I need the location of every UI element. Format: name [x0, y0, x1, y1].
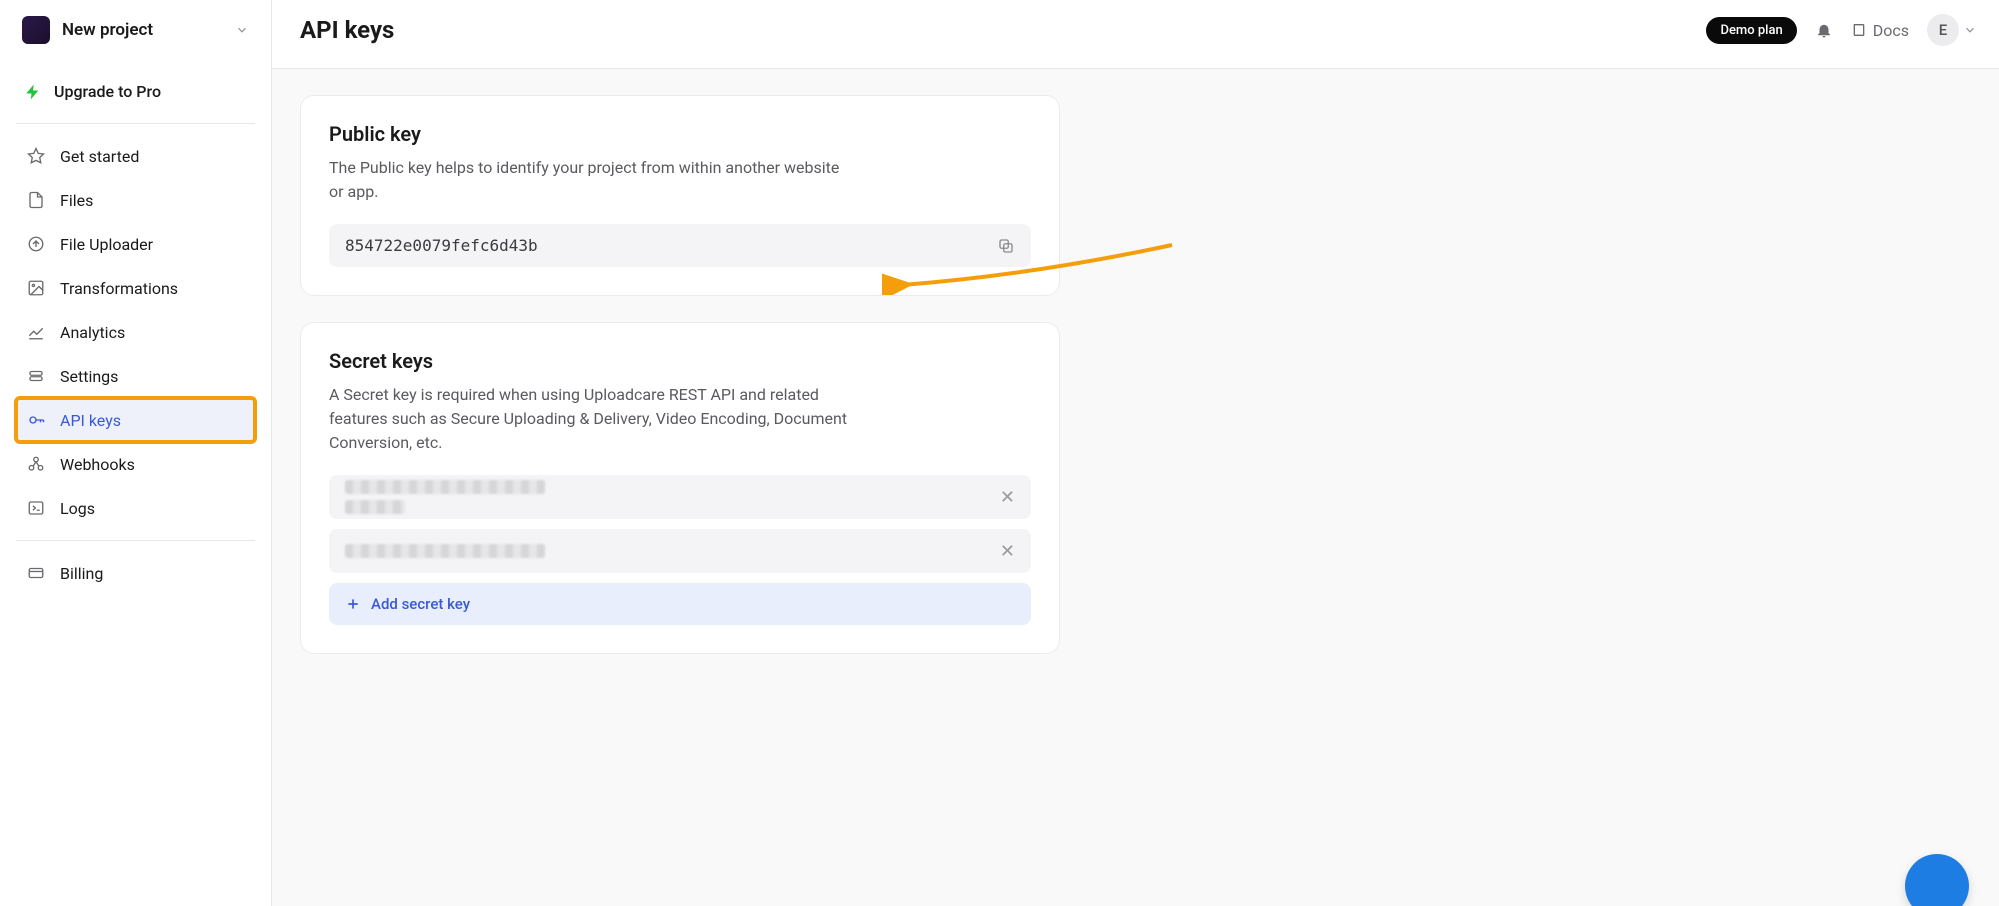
- docs-label: Docs: [1873, 21, 1909, 40]
- plan-badge[interactable]: Demo plan: [1706, 17, 1796, 44]
- sidebar-item-label: Logs: [60, 499, 95, 518]
- settings-icon: [26, 366, 46, 386]
- sidebar-item-label: Get started: [60, 147, 139, 166]
- secret-keys-card: Secret keys A Secret key is required whe…: [300, 322, 1060, 654]
- project-avatar: [22, 16, 50, 44]
- secret-key-row: ✕: [329, 475, 1031, 519]
- sidebar-item-api-keys[interactable]: API keys: [16, 398, 255, 442]
- sidebar-item-label: Transformations: [60, 279, 178, 298]
- card-icon: [26, 563, 46, 583]
- sidebar-item-label: File Uploader: [60, 235, 153, 254]
- sidebar-item-label: Files: [60, 191, 93, 210]
- divider: [16, 540, 255, 541]
- sidebar-item-label: Webhooks: [60, 455, 135, 474]
- sidebar-item-label: Analytics: [60, 323, 125, 342]
- main-content: API keys Demo plan Docs E: [272, 0, 1999, 906]
- image-icon: [26, 278, 46, 298]
- project-name-label: New project: [62, 20, 223, 40]
- chevron-down-icon[interactable]: [1963, 23, 1977, 37]
- upgrade-link[interactable]: Upgrade to Pro: [16, 70, 255, 113]
- sidebar-item-label: Settings: [60, 367, 118, 386]
- topbar: API keys Demo plan Docs E: [272, 0, 1999, 69]
- close-icon: ✕: [1000, 487, 1015, 508]
- secret-keys-description: A Secret key is required when using Uplo…: [329, 383, 849, 455]
- terminal-icon: [26, 498, 46, 518]
- chart-icon: [26, 322, 46, 342]
- sidebar-item-webhooks[interactable]: Webhooks: [16, 442, 255, 486]
- public-key-value: 854722e0079fefc6d43b: [345, 236, 538, 255]
- public-key-box: 854722e0079fefc6d43b: [329, 224, 1031, 267]
- delete-secret-button[interactable]: ✕: [1000, 541, 1015, 562]
- notifications-button[interactable]: [1815, 21, 1833, 39]
- sidebar-item-transformations[interactable]: Transformations: [16, 266, 255, 310]
- chevron-down-icon: [235, 23, 249, 37]
- copy-icon: [997, 237, 1015, 255]
- bell-icon: [1815, 21, 1833, 39]
- sidebar-item-label: API keys: [60, 411, 121, 430]
- sidebar-item-get-started[interactable]: Get started: [16, 134, 255, 178]
- public-key-card: Public key The Public key helps to ident…: [300, 95, 1060, 296]
- plus-icon: [345, 596, 361, 612]
- secret-key-row: ✕: [329, 529, 1031, 573]
- project-selector[interactable]: New project: [0, 0, 271, 60]
- sidebar-item-logs[interactable]: Logs: [16, 486, 255, 530]
- key-icon: [26, 410, 46, 430]
- sidebar-item-file-uploader[interactable]: File Uploader: [16, 222, 255, 266]
- sidebar-item-label: Billing: [60, 564, 103, 583]
- sidebar-item-settings[interactable]: Settings: [16, 354, 255, 398]
- bolt-icon: [24, 83, 42, 101]
- book-icon: [1851, 22, 1867, 38]
- close-icon: ✕: [1000, 541, 1015, 562]
- file-icon: [26, 190, 46, 210]
- add-secret-label: Add secret key: [371, 595, 470, 613]
- sidebar-item-analytics[interactable]: Analytics: [16, 310, 255, 354]
- divider: [16, 123, 255, 124]
- secret-key-masked: [345, 480, 545, 514]
- public-key-title: Public key: [329, 122, 1031, 146]
- delete-secret-button[interactable]: ✕: [1000, 487, 1015, 508]
- sidebar-item-files[interactable]: Files: [16, 178, 255, 222]
- public-key-description: The Public key helps to identify your pr…: [329, 156, 849, 204]
- docs-link[interactable]: Docs: [1851, 21, 1909, 40]
- star-icon: [26, 146, 46, 166]
- upload-icon: [26, 234, 46, 254]
- secret-key-masked: [345, 544, 545, 558]
- user-initial: E: [1939, 21, 1947, 39]
- secret-keys-title: Secret keys: [329, 349, 1031, 373]
- sidebar: New project Upgrade to Pro Get started: [0, 0, 272, 906]
- sidebar-item-billing[interactable]: Billing: [16, 551, 255, 595]
- user-menu[interactable]: E: [1927, 14, 1959, 46]
- add-secret-key-button[interactable]: Add secret key: [329, 583, 1031, 625]
- page-title: API keys: [300, 16, 394, 44]
- copy-button[interactable]: [997, 237, 1015, 255]
- upgrade-label: Upgrade to Pro: [54, 82, 161, 101]
- webhook-icon: [26, 454, 46, 474]
